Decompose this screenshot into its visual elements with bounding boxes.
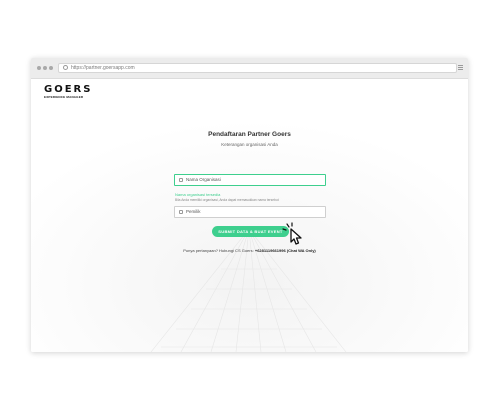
window-close-dot[interactable] [37, 66, 41, 70]
contact-prefix: Punya pertanyaan? Hubungi CS Goers: [183, 248, 254, 253]
address-bar[interactable]: https://partner.goersapp.com [58, 63, 457, 73]
page-subtitle: Keterangan organisasi Anda [221, 142, 278, 147]
menu-icon[interactable] [458, 65, 463, 70]
page-title: Pendaftaran Partner Goers [208, 131, 291, 138]
organization-name-field[interactable]: Nama Organisasi [174, 174, 326, 186]
organization-valid-message: Nama organisasi tersedia [175, 192, 221, 197]
window-maximize-dot[interactable] [49, 66, 53, 70]
contact-help-line: Punya pertanyaan? Hubungi CS Goers: +628… [31, 248, 468, 253]
organization-name-value: Nama Organisasi [186, 177, 221, 182]
browser-toolbar: https://partner.goersapp.com [31, 58, 468, 79]
owner-field[interactable]: Pemilik [174, 206, 326, 218]
logo-wordmark: GOERS [44, 84, 93, 95]
organization-icon [179, 178, 183, 182]
user-icon [179, 210, 183, 214]
contact-number[interactable]: +6281119661996 (Chat WA Only) [255, 248, 316, 253]
url-text[interactable]: https://partner.goersapp.com [71, 64, 135, 72]
info-icon [63, 65, 68, 70]
pointer-cursor-icon [282, 222, 302, 245]
window-minimize-dot[interactable] [43, 66, 47, 70]
owner-value: Pemilik [186, 209, 201, 214]
page-content: GOERS EXPERIENCE MANAGER Pendaftaran Par… [31, 79, 468, 352]
logo-tagline: EXPERIENCE MANAGER [44, 95, 84, 99]
organization-help-text: Bila Anda memiliki organisasi, Anda dapa… [175, 198, 279, 202]
goers-logo[interactable]: GOERS EXPERIENCE MANAGER [44, 84, 93, 100]
browser-window: https://partner.goersapp.com GOERS EXPER… [31, 58, 468, 352]
submit-button[interactable]: SUBMIT DATA & BUAT EVENT [212, 226, 289, 237]
